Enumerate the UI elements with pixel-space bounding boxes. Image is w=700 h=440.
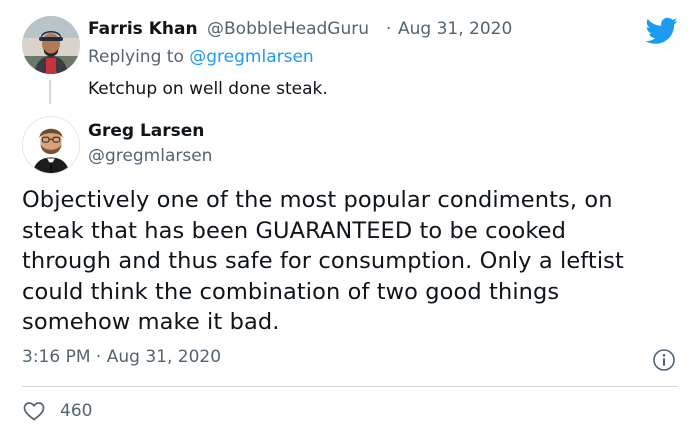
thread-connector-line xyxy=(49,80,51,104)
twitter-bird-icon[interactable] xyxy=(645,17,678,45)
main-author-handle[interactable]: @gregmlarsen xyxy=(88,146,212,166)
main-author-name[interactable]: Greg Larsen xyxy=(88,121,204,141)
main-tweet-text-line: could think the combination of two good … xyxy=(22,278,560,305)
reply-author-avatar[interactable] xyxy=(22,16,80,74)
reply-date[interactable]: Aug 31, 2020 xyxy=(398,19,512,39)
like-action[interactable]: 460 xyxy=(22,399,92,423)
replying-to-prefix: Replying to xyxy=(88,47,184,67)
main-tweet-text-line: Objectively one of the most popular cond… xyxy=(22,187,613,213)
reply-author-name[interactable]: Farris Khan xyxy=(88,19,198,39)
main-tweet-time[interactable]: 3:16 PM xyxy=(22,347,91,367)
reply-tweet-text: Ketchup on well done steak. xyxy=(88,79,328,99)
info-icon[interactable] xyxy=(652,348,676,372)
main-tweet-timestamp[interactable]: 3:16 PM · Aug 31, 2020 xyxy=(22,347,221,367)
main-tweet-text: Objectively one of the most popular cond… xyxy=(22,185,672,338)
reply-author-handle[interactable]: @BobbleHeadGuru xyxy=(207,19,369,39)
replying-to-handle-link[interactable]: @gregmlarsen xyxy=(189,47,313,67)
main-tweet-text-line: somehow make it bad. xyxy=(22,309,280,335)
tweet-divider xyxy=(22,386,678,387)
main-tweet-date[interactable]: Aug 31, 2020 xyxy=(107,347,221,367)
main-tweet-text-line: steak that has been GUARANTEED to be coo… xyxy=(22,217,566,244)
reply-meta-separator: · xyxy=(386,19,392,39)
replying-to-line: Replying to @gregmlarsen xyxy=(88,47,314,67)
heart-icon[interactable] xyxy=(22,399,46,423)
main-tweet-text-line: through and thus safe for consumption. O… xyxy=(22,248,624,274)
main-author-avatar[interactable] xyxy=(22,116,80,174)
like-count: 460 xyxy=(60,401,93,421)
main-tweet-meta-separator: · xyxy=(95,347,102,367)
